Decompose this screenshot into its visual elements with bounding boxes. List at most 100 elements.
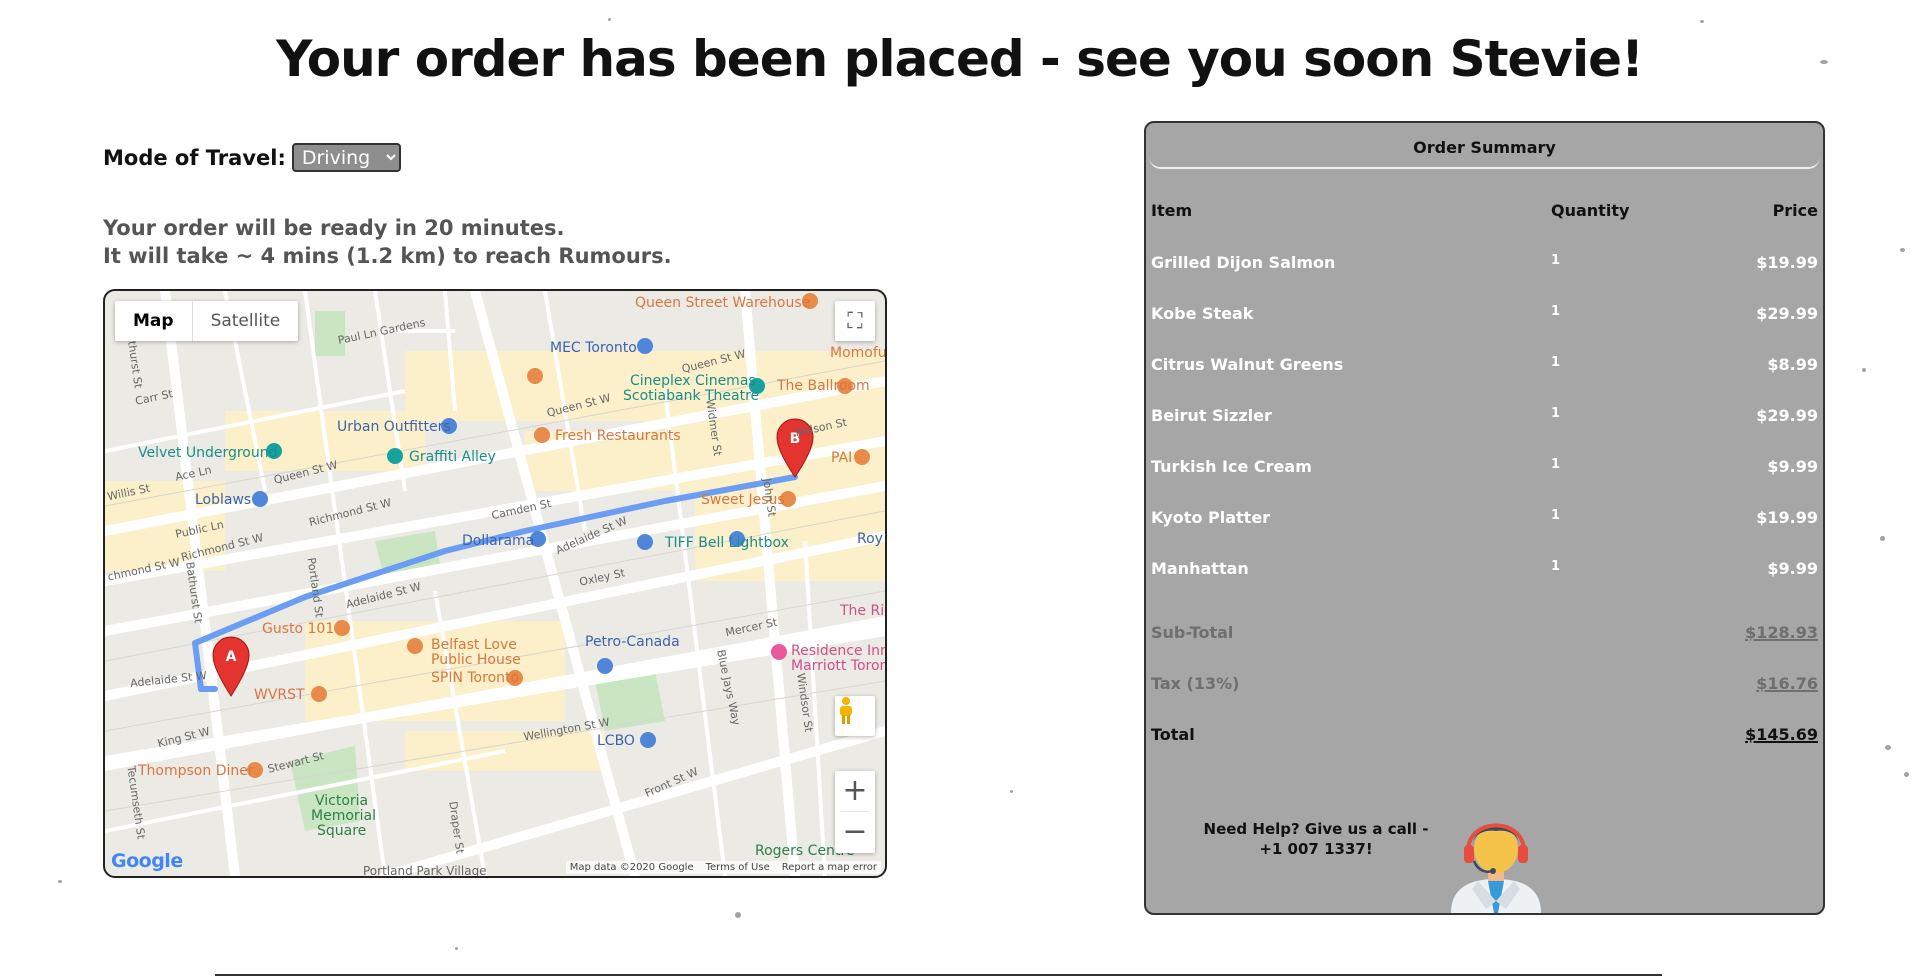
order-item-row: Manhattan 1 $9.99	[1151, 559, 1818, 578]
poi-victoria[interactable]: Victoria	[315, 793, 368, 809]
poi-memorial[interactable]: Memorial	[311, 808, 376, 824]
background-speck	[1885, 745, 1891, 750]
poi-the-ballroom[interactable]: The Ballroom	[777, 378, 870, 394]
map-type-toggle: Map Satellite	[115, 301, 299, 341]
zoom-in-button[interactable]: +	[835, 771, 875, 811]
report-map-error-link[interactable]: Report a map error	[782, 862, 877, 873]
subtotal-label: Sub-Total	[1151, 623, 1234, 642]
page-title: Your order has been placed - see you soo…	[276, 30, 1644, 88]
fullscreen-button[interactable]: ⛶	[835, 301, 875, 341]
pegman-icon	[840, 697, 852, 724]
poi-velvet-underground[interactable]: Velvet Underground	[138, 445, 278, 461]
poi-belfast-love[interactable]: Belfast Love	[431, 637, 517, 653]
item-name: Kobe Steak	[1151, 304, 1254, 323]
subtotal-row: Sub-Total $128.93	[1151, 623, 1818, 642]
poi-spin-toronto[interactable]: SPIN Toronto	[431, 670, 519, 686]
poi-loblaws[interactable]: Loblaws	[195, 492, 251, 508]
poi-thompson-diner[interactable]: Thompson Diner	[138, 763, 254, 779]
map-data-credit: Map data ©2020 Google	[569, 862, 694, 873]
google-logo[interactable]: Google	[111, 850, 183, 872]
column-header-quantity: Quantity	[1551, 201, 1630, 220]
subtotal-value: $128.93	[1745, 623, 1818, 642]
poi-wvrst[interactable]: WVRST	[254, 687, 305, 703]
order-summary-panel: Order Summary Item Quantity Price Grille…	[1144, 121, 1825, 915]
order-item-row: Beirut Sizzler 1 $29.99	[1151, 406, 1818, 425]
map-attribution: Map data ©2020 Google Terms of Use Repor…	[565, 861, 881, 874]
poi-graffiti-alley[interactable]: Graffiti Alley	[409, 449, 496, 465]
poi-urban-outfitters[interactable]: Urban Outfitters	[337, 419, 451, 435]
travel-mode-select[interactable]: Driving	[291, 143, 401, 172]
order-item-row: Turkish Ice Cream 1 $9.99	[1151, 457, 1818, 476]
total-label: Total	[1151, 725, 1195, 744]
item-quantity: 1	[1551, 304, 1561, 319]
poi-the-ri[interactable]: The Ri	[840, 603, 884, 619]
tax-row: Tax (13%) $16.76	[1151, 674, 1818, 693]
street-view-button[interactable]	[835, 696, 875, 736]
item-quantity: 1	[1551, 508, 1561, 523]
poi-roy[interactable]: Roy	[857, 531, 883, 547]
order-item-row: Citrus Walnut Greens 1 $8.99	[1151, 355, 1818, 374]
terms-of-use-link[interactable]: Terms of Use	[706, 862, 770, 873]
travel-mode-label: Mode of Travel:	[103, 145, 286, 170]
poi-fresh-restaurants[interactable]: Fresh Restaurants	[555, 428, 681, 444]
item-price: $9.99	[1767, 559, 1818, 578]
order-item-row: Kyoto Platter 1 $19.99	[1151, 508, 1818, 527]
minus-icon: −	[842, 814, 868, 849]
background-speck	[1700, 20, 1704, 23]
travel-mode-row: Mode of Travel: Driving	[103, 143, 401, 172]
poi-square[interactable]: Square	[317, 823, 366, 839]
item-price: $19.99	[1756, 508, 1818, 527]
poi-petro-canada[interactable]: Petro-Canada	[585, 634, 680, 650]
poi-portland-park[interactable]: Portland Park Village	[363, 864, 487, 876]
poi-scotiabank[interactable]: Scotiabank Theatre	[623, 388, 759, 404]
background-speck	[608, 18, 611, 21]
background-speck	[1862, 368, 1866, 372]
tax-label: Tax (13%)	[1151, 674, 1240, 693]
poi-cineplex[interactable]: Cineplex Cinemas	[630, 373, 756, 389]
poi-queen-street-warehouse[interactable]: Queen Street Warehouse	[635, 295, 810, 311]
item-name: Kyoto Platter	[1151, 508, 1271, 527]
poi-momofuku[interactable]: Momofu	[830, 345, 885, 361]
poi-gusto-101[interactable]: Gusto 101	[262, 621, 334, 637]
item-name: Beirut Sizzler	[1151, 406, 1272, 425]
background-speck	[58, 880, 62, 883]
poi-mec-toronto[interactable]: MEC Toronto	[550, 340, 637, 356]
summary-column-headers: Item Quantity Price	[1151, 201, 1818, 220]
background-speck	[1900, 248, 1905, 252]
item-name: Manhattan	[1151, 559, 1249, 578]
poi-tiff[interactable]: TIFF Bell Lightbox	[665, 535, 789, 551]
order-eta: Your order will be ready in 20 minutes. …	[103, 214, 672, 270]
route-map[interactable]: A B Queen Street Warehouse MEC Toronto M…	[103, 289, 887, 878]
item-price: $19.99	[1756, 253, 1818, 272]
poi-pai[interactable]: PAI	[831, 450, 852, 466]
fullscreen-icon: ⛶	[847, 308, 863, 334]
background-speck	[455, 947, 458, 950]
column-header-item: Item	[1151, 201, 1193, 220]
ready-time-text: Your order will be ready in 20 minutes.	[103, 216, 565, 240]
poi-dollarama[interactable]: Dollarama	[462, 533, 534, 549]
item-quantity: 1	[1551, 406, 1561, 421]
poi-lcbo[interactable]: LCBO	[597, 733, 635, 749]
item-quantity: 1	[1551, 559, 1561, 574]
plus-icon: +	[842, 773, 868, 808]
marker-a[interactable]	[212, 636, 250, 697]
help-contact-text: Need Help? Give us a call - +1 007 1337!	[1203, 820, 1429, 858]
item-quantity: 1	[1551, 355, 1561, 370]
support-agent-icon	[1451, 823, 1541, 913]
satellite-view-button[interactable]: Satellite	[191, 301, 299, 341]
poi-residence-inn[interactable]: Residence Inn	[791, 643, 885, 659]
map-canvas[interactable]: A B	[105, 291, 885, 876]
item-quantity: 1	[1551, 253, 1561, 268]
item-name: Grilled Dijon Salmon	[1151, 253, 1336, 272]
item-price: $29.99	[1756, 406, 1818, 425]
zoom-out-button[interactable]: −	[835, 812, 875, 852]
marker-a-label: A	[226, 649, 237, 665]
map-view-button[interactable]: Map	[115, 301, 192, 341]
item-price: $8.99	[1767, 355, 1818, 374]
order-item-row: Kobe Steak 1 $29.99	[1151, 304, 1818, 323]
item-price: $9.99	[1767, 457, 1818, 476]
background-speck	[1010, 790, 1013, 793]
column-header-price: Price	[1772, 201, 1818, 220]
poi-public-house[interactable]: Public House	[431, 652, 521, 668]
total-row: Total $145.69	[1151, 725, 1818, 744]
